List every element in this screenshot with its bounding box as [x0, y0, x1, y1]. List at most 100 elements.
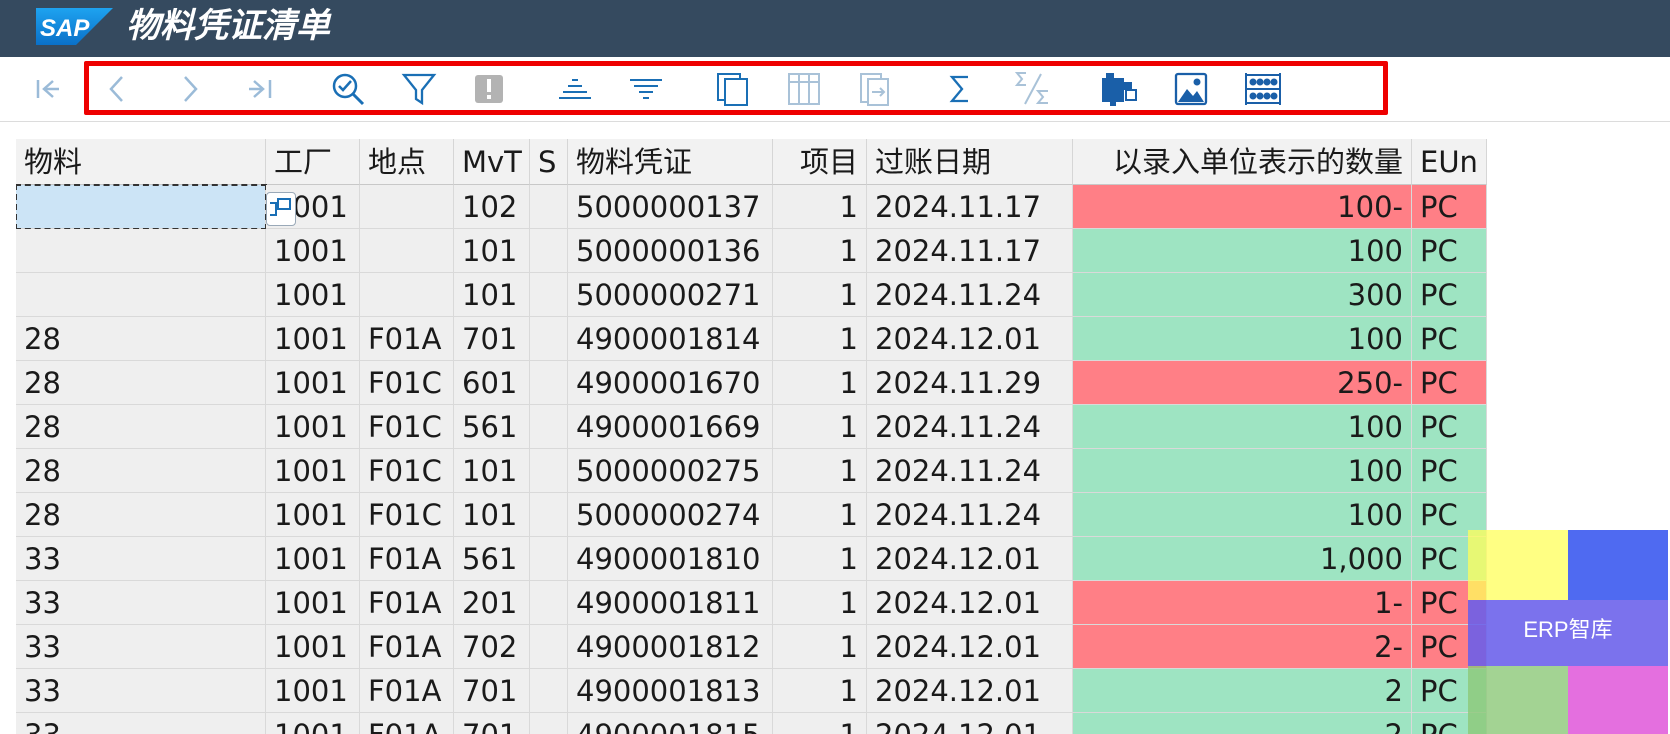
column-header-posting-date[interactable]: 过账日期	[867, 139, 1073, 185]
cell-material[interactable]: 33	[16, 713, 266, 734]
columns-button[interactable]	[785, 70, 823, 108]
cell-material-document[interactable]: 5000000274	[568, 493, 773, 537]
subtotal-button[interactable]	[1013, 70, 1051, 108]
cell-storage-location[interactable]: F01A	[360, 317, 454, 361]
table-row[interactable]: 33 1001 F01A 201 4900001811 1 2024.12.01 1- PC	[16, 581, 1580, 625]
cell-quantity[interactable]: 100	[1073, 405, 1412, 449]
cell-movement-type[interactable]: 701	[454, 317, 530, 361]
cell-material-document[interactable]: 4900001669	[568, 405, 773, 449]
find-button[interactable]	[329, 70, 367, 108]
cell-posting-date[interactable]: 2024.12.01	[867, 625, 1073, 669]
cell-material-document[interactable]: 5000000271	[568, 273, 773, 317]
cell-special-stock[interactable]	[530, 537, 568, 581]
cell-item[interactable]: 1	[773, 229, 867, 273]
cell-posting-date[interactable]: 2024.11.24	[867, 273, 1073, 317]
layout-button[interactable]	[1100, 70, 1138, 108]
cell-item[interactable]: 1	[773, 185, 867, 229]
column-header-quantity[interactable]: 以录入单位表示的数量	[1073, 139, 1412, 185]
cell-material[interactable]: 33	[16, 669, 266, 713]
cell-material[interactable]: 28	[16, 493, 266, 537]
cell-special-stock[interactable]	[530, 581, 568, 625]
column-header-special-stock[interactable]: S	[530, 139, 568, 185]
cell-special-stock[interactable]	[530, 273, 568, 317]
table-row[interactable]: 33 1001 F01A 701 4900001813 1 2024.12.01 2 PC	[16, 669, 1580, 713]
cell-unit[interactable]: PC	[1412, 185, 1487, 229]
cell-item[interactable]: 1	[773, 361, 867, 405]
cell-movement-type[interactable]: 601	[454, 361, 530, 405]
cell-plant[interactable]: 1001	[266, 581, 360, 625]
cell-movement-type[interactable]: 701	[454, 713, 530, 734]
cell-quantity[interactable]: 2-	[1073, 625, 1412, 669]
cell-storage-location[interactable]: F01C	[360, 361, 454, 405]
cell-material[interactable]: 33	[16, 537, 266, 581]
cell-special-stock[interactable]	[530, 185, 568, 229]
cell-quantity[interactable]: 100	[1073, 449, 1412, 493]
cell-movement-type[interactable]: 101	[454, 273, 530, 317]
column-header-plant[interactable]: 工厂	[266, 139, 360, 185]
column-header-storage-location[interactable]: 地点	[360, 139, 454, 185]
last-page-button[interactable]	[242, 70, 280, 108]
cell-quantity[interactable]: 1-	[1073, 581, 1412, 625]
cell-posting-date[interactable]: 2024.12.01	[867, 713, 1073, 734]
cell-storage-location[interactable]	[360, 273, 454, 317]
cell-special-stock[interactable]	[530, 625, 568, 669]
cell-storage-location[interactable]: F01A	[360, 625, 454, 669]
cell-item[interactable]: 1	[773, 669, 867, 713]
cell-material-document[interactable]: 4900001813	[568, 669, 773, 713]
cell-material-document[interactable]: 4900001810	[568, 537, 773, 581]
previous-button[interactable]	[98, 70, 136, 108]
cell-storage-location[interactable]	[360, 229, 454, 273]
cell-plant[interactable]: 1001	[266, 449, 360, 493]
cell-quantity[interactable]: 300	[1073, 273, 1412, 317]
cell-item[interactable]: 1	[773, 405, 867, 449]
cell-material-document[interactable]: 4900001811	[568, 581, 773, 625]
table-row[interactable]: 1001 101 5000000136 1 2024.11.17 100 PC	[16, 229, 1580, 273]
cell-movement-type[interactable]: 101	[454, 449, 530, 493]
cell-storage-location[interactable]: F01C	[360, 405, 454, 449]
cell-movement-type[interactable]: 702	[454, 625, 530, 669]
table-row[interactable]: 33 1001 F01A 561 4900001810 1 2024.12.01 1,000 P…	[16, 537, 1580, 581]
cell-plant[interactable]: 1001	[266, 493, 360, 537]
cell-material-document[interactable]: 5000000136	[568, 229, 773, 273]
cell-special-stock[interactable]	[530, 361, 568, 405]
sum-button[interactable]	[941, 70, 979, 108]
cell-quantity[interactable]: 2	[1073, 669, 1412, 713]
cell-posting-date[interactable]: 2024.12.01	[867, 317, 1073, 361]
table-row[interactable]: 331001F01A701490000181512024.12.012PC	[16, 713, 1580, 734]
cell-special-stock[interactable]	[530, 317, 568, 361]
table-row[interactable]: 1001 102 5000000137 1 2024.11.17 100- PC	[16, 184, 1580, 230]
sort-ascending-button[interactable]	[556, 70, 594, 108]
cell-item[interactable]: 1	[773, 317, 867, 361]
cell-material-document[interactable]: 5000000275	[568, 449, 773, 493]
cell-material[interactable]	[16, 273, 266, 317]
cell-plant[interactable]: 1001	[266, 361, 360, 405]
table-row[interactable]: 28 1001 F01A 701 4900001814 1 2024.12.01 100 PC	[16, 317, 1580, 361]
cell-material[interactable]: 28	[16, 317, 266, 361]
cell-unit[interactable]: PC	[1412, 405, 1487, 449]
cell-item[interactable]: 1	[773, 581, 867, 625]
cell-quantity[interactable]: 2	[1073, 713, 1412, 734]
cell-posting-date[interactable]: 2024.12.01	[867, 581, 1073, 625]
cell-quantity[interactable]: 100	[1073, 493, 1412, 537]
cell-posting-date[interactable]: 2024.11.17	[867, 185, 1073, 229]
column-header-unit[interactable]: EUn	[1412, 139, 1487, 185]
table-row[interactable]: 28 1001 F01C 101 5000000275 1 2024.11.24 100 PC	[16, 449, 1580, 493]
table-row[interactable]: 28 1001 F01C 561 4900001669 1 2024.11.24 100 PC	[16, 405, 1580, 449]
cell-material[interactable]	[16, 184, 267, 230]
cell-unit[interactable]: PC	[1412, 317, 1487, 361]
abc-analysis-button[interactable]	[1244, 70, 1282, 108]
column-header-material-document[interactable]: 物料凭证	[568, 139, 773, 185]
graphic-button[interactable]	[1172, 70, 1210, 108]
exception-button[interactable]	[470, 70, 508, 108]
cell-movement-type[interactable]: 201	[454, 581, 530, 625]
cell-posting-date[interactable]: 2024.11.24	[867, 405, 1073, 449]
cell-material[interactable]: 28	[16, 449, 266, 493]
cell-unit[interactable]: PC	[1412, 273, 1487, 317]
column-header-material[interactable]: 物料	[16, 139, 266, 185]
cell-plant[interactable]: 1001	[266, 273, 360, 317]
cell-item[interactable]: 1	[773, 449, 867, 493]
cell-movement-type[interactable]: 701	[454, 669, 530, 713]
cell-quantity[interactable]: 100-	[1073, 185, 1412, 229]
cell-special-stock[interactable]	[530, 669, 568, 713]
cell-plant[interactable]: 1001	[266, 713, 360, 734]
